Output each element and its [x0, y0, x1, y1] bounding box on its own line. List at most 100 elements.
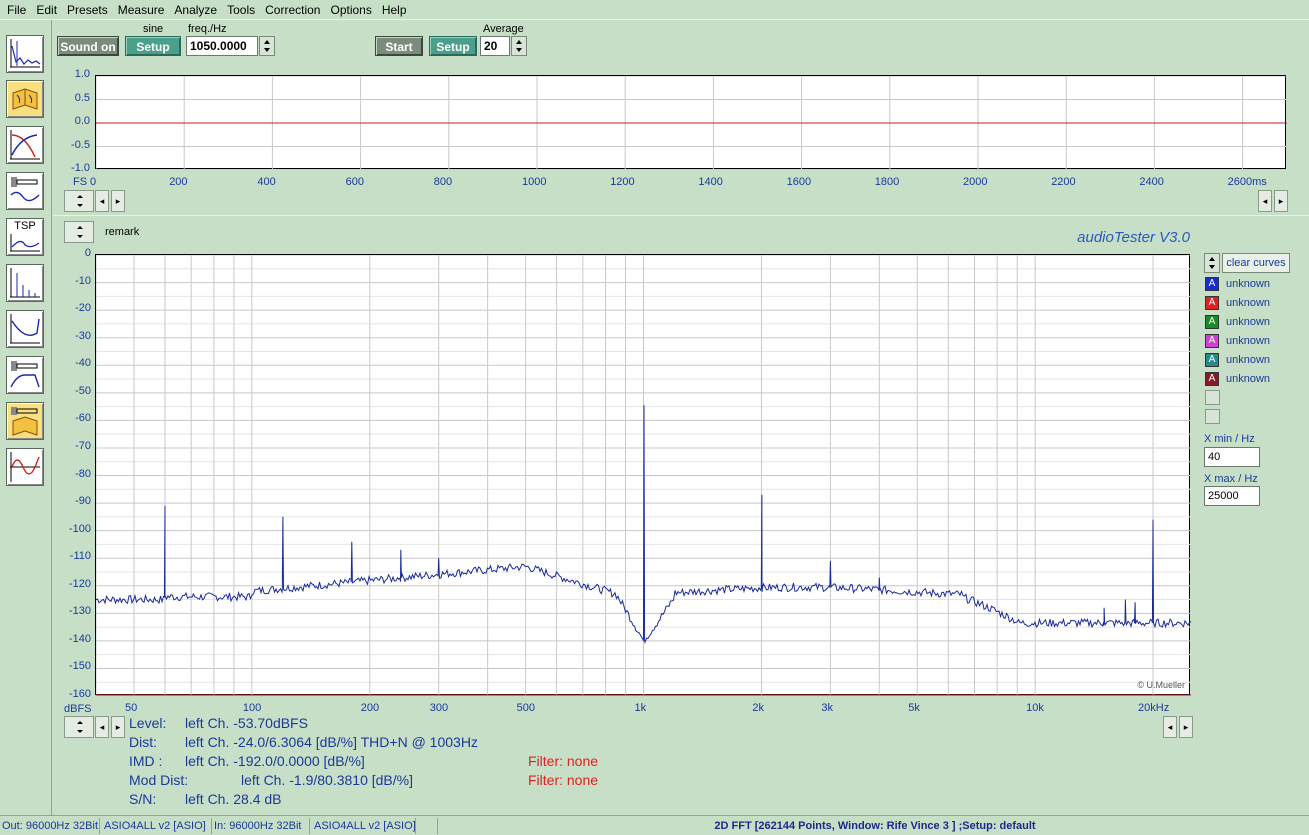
- sweep-tool-icon: [10, 452, 40, 482]
- moddist-label: Mod Dist:: [129, 772, 189, 788]
- legend-row[interactable]: Aunknown: [1205, 333, 1270, 349]
- impedance-tool-button[interactable]: [6, 310, 44, 348]
- legend-color-swatch[interactable]: A: [1205, 372, 1219, 386]
- sound-on-button[interactable]: Sound on: [57, 36, 119, 56]
- menu-measure[interactable]: Measure: [113, 3, 170, 17]
- impedance-tool-icon: [10, 314, 40, 344]
- fft-x-tick: 10k: [1026, 702, 1044, 714]
- imd-filter: Filter: none: [528, 753, 599, 769]
- fft-y-tick: -80: [75, 467, 91, 480]
- average-label: Average: [483, 23, 524, 35]
- menu-file[interactable]: File: [2, 3, 31, 17]
- menu-analyze[interactable]: Analyze: [169, 3, 222, 17]
- speaker-book-tool-icon: [11, 407, 38, 436]
- xmax-label: X max / Hz: [1204, 473, 1258, 485]
- speaker-tool-button[interactable]: [6, 172, 44, 210]
- legend-color-swatch[interactable]: A: [1205, 334, 1219, 348]
- legend-spinner[interactable]: [1204, 253, 1220, 273]
- sn-label: S/N:: [129, 791, 157, 807]
- scope-x-tick: 2600ms: [1227, 176, 1267, 188]
- book-tool-icon: [12, 88, 38, 110]
- fft-y-spinner[interactable]: [64, 716, 94, 738]
- legend-color-swatch[interactable]: A: [1205, 315, 1219, 329]
- fft-tool-button[interactable]: [6, 264, 44, 302]
- fft-y-tick: -140: [68, 632, 91, 645]
- scope-x-tick: 2200: [1051, 176, 1076, 188]
- legend-row[interactable]: Aunknown: [1205, 276, 1270, 292]
- status-in-driver: ASIO4ALL v2 [ASIO]: [314, 818, 416, 834]
- fft-x-tick: 500: [516, 702, 535, 714]
- menu-tools[interactable]: Tools: [222, 3, 260, 17]
- freq-spinner[interactable]: [259, 36, 275, 56]
- fft-y-tick: -40: [75, 357, 91, 370]
- level-label: Level:: [129, 715, 167, 731]
- dist-label: Dist:: [129, 734, 157, 750]
- scope-x-tick: 1400: [698, 176, 723, 188]
- scope-zoom-left[interactable]: ◂: [1258, 190, 1272, 212]
- scope-tool-icon: [10, 39, 41, 68]
- legend-empty-slot[interactable]: [1205, 409, 1220, 424]
- book-tool-button[interactable]: [6, 80, 44, 118]
- scope-x-tick: 200: [169, 176, 188, 188]
- xmin-input[interactable]: 40: [1204, 447, 1260, 467]
- legend-row[interactable]: Aunknown: [1205, 295, 1270, 311]
- legend-label: unknown: [1226, 373, 1271, 385]
- status-in: In: 96000Hz 32Bit: [212, 818, 310, 834]
- imd-value: left Ch. -192.0/0.0000 [dB/%]: [185, 753, 365, 769]
- fft-y-tick: -70: [75, 439, 91, 452]
- menu-options[interactable]: Options: [325, 3, 376, 17]
- legend-color-swatch[interactable]: A: [1205, 277, 1219, 291]
- bode-tool-button[interactable]: [6, 126, 44, 164]
- measure-setup-button[interactable]: Setup: [429, 36, 477, 56]
- legend-empty-slot[interactable]: [1205, 390, 1220, 405]
- average-spinner[interactable]: [511, 36, 527, 56]
- scope-y-spinner[interactable]: [64, 190, 94, 212]
- scope-scroll-right[interactable]: ▸: [111, 190, 125, 212]
- fft-scroll-left[interactable]: ◂: [95, 716, 109, 738]
- sweep-tool-button[interactable]: [6, 448, 44, 486]
- status-info: 2D FFT [262144 Points, Window: Rife Vinc…: [714, 820, 1036, 832]
- scope-x-tick: 2400: [1139, 176, 1164, 188]
- fft-zoom-right[interactable]: ▸: [1179, 716, 1193, 738]
- legend-color-swatch[interactable]: A: [1205, 353, 1219, 367]
- menu-edit[interactable]: Edit: [31, 3, 62, 17]
- fft-scroll-right[interactable]: ▸: [111, 716, 125, 738]
- freq-label: freq./Hz: [188, 23, 227, 35]
- legend-row[interactable]: Aunknown: [1205, 314, 1270, 330]
- scope-tool-button[interactable]: [6, 35, 44, 73]
- freq-input[interactable]: 1050.0000: [186, 36, 258, 56]
- clear-curves-button[interactable]: clear curves: [1222, 253, 1290, 273]
- scope-x-tick: 1600: [786, 176, 812, 188]
- average-input[interactable]: 20: [480, 36, 510, 56]
- scope-fs-label: FS: [73, 176, 88, 188]
- status-bar: Out: 96000Hz 32Bit ASIO4ALL v2 [ASIO] In…: [0, 815, 1309, 835]
- menu-presets[interactable]: Presets: [62, 3, 113, 17]
- legend-color-swatch[interactable]: A: [1205, 296, 1219, 310]
- fft-zoom-left[interactable]: ◂: [1163, 716, 1177, 738]
- scope-scroll-left[interactable]: ◂: [95, 190, 109, 212]
- tsp-tool-button[interactable]: TSP: [6, 218, 44, 256]
- xmax-input[interactable]: 25000: [1204, 486, 1260, 506]
- status-out-driver: ASIO4ALL v2 [ASIO]: [102, 818, 212, 834]
- start-button[interactable]: Start: [375, 36, 423, 56]
- speaker-book-tool-button[interactable]: [6, 402, 44, 440]
- sn-value: left Ch. 28.4 dB: [185, 791, 282, 807]
- menu-correction[interactable]: Correction: [260, 3, 325, 17]
- legend-row[interactable]: Aunknown: [1205, 371, 1270, 387]
- scope-zoom-right[interactable]: ▸: [1274, 190, 1288, 212]
- menu-help[interactable]: Help: [377, 3, 412, 17]
- scope-x-tick: 1800: [874, 176, 900, 188]
- fft-x-tick: 2k: [752, 702, 765, 714]
- generator-setup-button[interactable]: Setup: [125, 36, 181, 56]
- section-divider: [53, 215, 1309, 216]
- fft-x-tick: 300: [429, 702, 449, 714]
- legend-label: unknown: [1226, 354, 1271, 366]
- speaker-response-tool-button[interactable]: [6, 356, 44, 394]
- legend-label: unknown: [1226, 278, 1271, 290]
- fft-y-tick: -10: [75, 274, 91, 287]
- scope-x-tick: 1000: [522, 176, 547, 188]
- scope-x-tick: 0: [90, 176, 97, 188]
- fft-remark-spinner[interactable]: [64, 221, 94, 243]
- legend-row[interactable]: Aunknown: [1205, 352, 1270, 368]
- fft-y-tick: -130: [68, 605, 91, 618]
